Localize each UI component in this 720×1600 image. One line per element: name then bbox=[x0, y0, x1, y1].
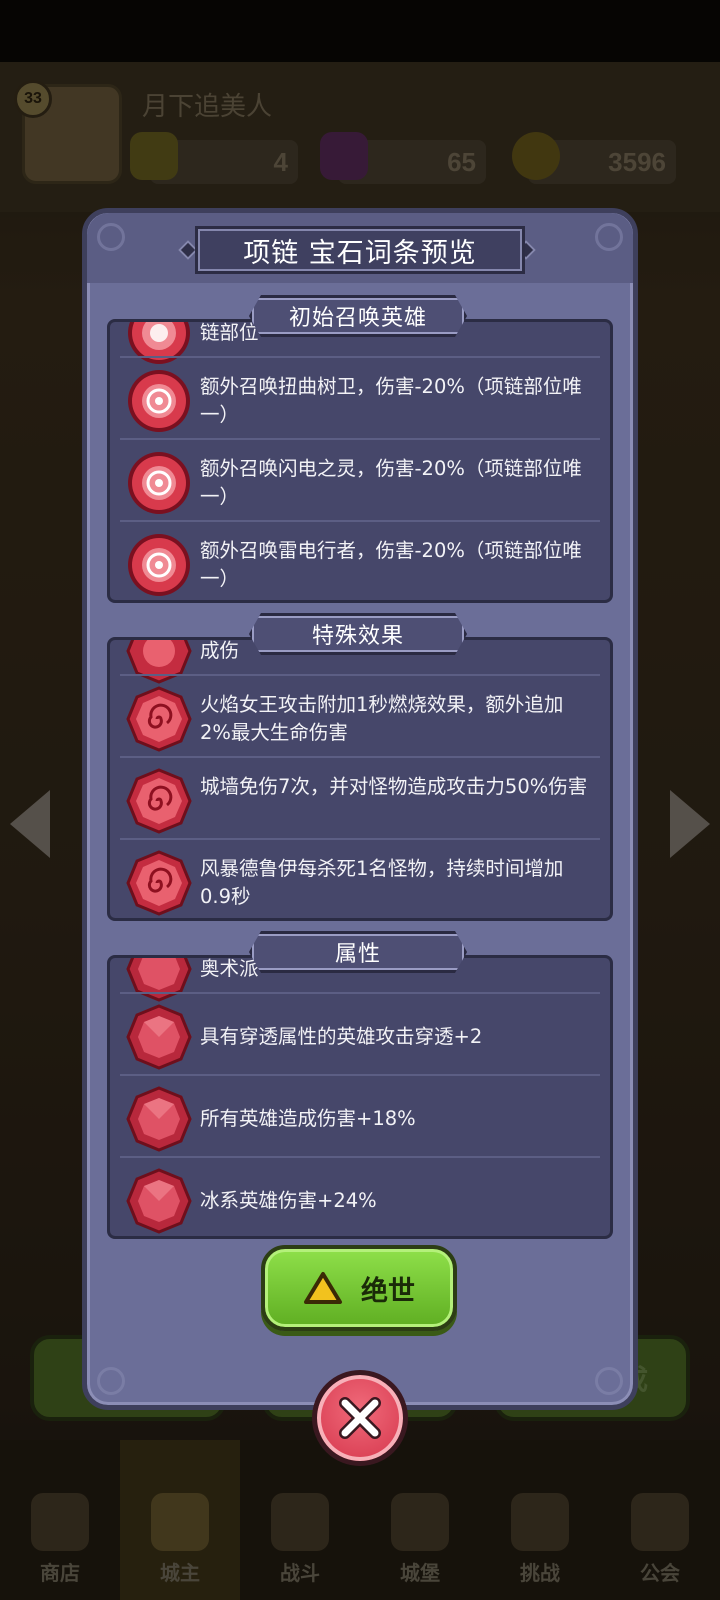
triangle-icon bbox=[303, 1271, 343, 1305]
row-separator bbox=[120, 356, 600, 358]
swirl-gem-icon bbox=[126, 850, 192, 916]
section-tag-special: 特殊效果 bbox=[249, 613, 467, 655]
list-item: 城墙免伤7次，并对怪物造成攻击力50%伤害 bbox=[110, 760, 610, 842]
corner-ornament bbox=[97, 1367, 125, 1395]
close-x-icon bbox=[339, 1397, 381, 1439]
swirl-gem-icon bbox=[126, 686, 192, 752]
section-tag-summon: 初始召唤英雄 bbox=[249, 295, 467, 337]
list-item: 额外召唤闪电之灵，伤害-20%（项链部位唯一） bbox=[110, 442, 610, 524]
swirl-gem-icon bbox=[126, 768, 192, 834]
plain-gem-icon bbox=[126, 1086, 192, 1152]
list-item: 额外召唤扭曲树卫，伤害-20%（项链部位唯一） bbox=[110, 360, 610, 442]
rarity-label: 绝世 bbox=[361, 1275, 415, 1307]
corner-ornament bbox=[595, 223, 623, 251]
gem-preview-modal: 项链 宝石词条预览 初始召唤英雄 链部位 额外召唤扭曲树卫，伤害-20%（项链部… bbox=[82, 208, 638, 1410]
row-separator bbox=[120, 438, 600, 440]
row-separator bbox=[120, 992, 600, 994]
section-special[interactable]: 成伤 火焰女王攻击附加1秒燃烧效果，额外追加2%最大生命伤害 城墙免伤7次，并对… bbox=[107, 637, 613, 921]
row-separator bbox=[120, 756, 600, 758]
section-attribute[interactable]: 奥术派 具有穿透属性的英雄攻击穿透+2 所有英雄造成伤害+18% 冰系英雄伤害+… bbox=[107, 955, 613, 1239]
modal-title: 项链 宝石词条预览 bbox=[195, 226, 525, 274]
row-separator bbox=[120, 1074, 600, 1076]
summon-gem-icon bbox=[128, 534, 190, 596]
row-separator bbox=[120, 674, 600, 676]
corner-ornament bbox=[595, 1367, 623, 1395]
row-separator bbox=[120, 520, 600, 522]
close-button[interactable] bbox=[312, 1370, 408, 1466]
list-item: 所有英雄造成伤害+18% bbox=[110, 1078, 610, 1160]
plain-gem-icon bbox=[126, 1168, 192, 1234]
section-tag-attribute: 属性 bbox=[249, 931, 467, 973]
list-item: 额外召唤雷电行者，伤害-20%（项链部位唯一） bbox=[110, 524, 610, 600]
list-item: 火焰女王攻击附加1秒燃烧效果，额外追加2%最大生命伤害 bbox=[110, 678, 610, 760]
row-separator bbox=[120, 1156, 600, 1158]
list-item: 风暴德鲁伊每杀死1名怪物，持续时间增加0.9秒 bbox=[110, 842, 610, 918]
corner-ornament bbox=[97, 223, 125, 251]
rarity-button[interactable]: 绝世 bbox=[261, 1245, 457, 1331]
list-item: 冰系英雄伤害+24% bbox=[110, 1160, 610, 1236]
section-summon[interactable]: 链部位 额外召唤扭曲树卫，伤害-20%（项链部位唯一） 额外召唤闪电之灵，伤害-… bbox=[107, 319, 613, 603]
summon-gem-icon bbox=[128, 452, 190, 514]
plain-gem-icon bbox=[126, 1004, 192, 1070]
list-item: 具有穿透属性的英雄攻击穿透+2 bbox=[110, 996, 610, 1078]
row-separator bbox=[120, 838, 600, 840]
summon-gem-icon bbox=[128, 370, 190, 432]
